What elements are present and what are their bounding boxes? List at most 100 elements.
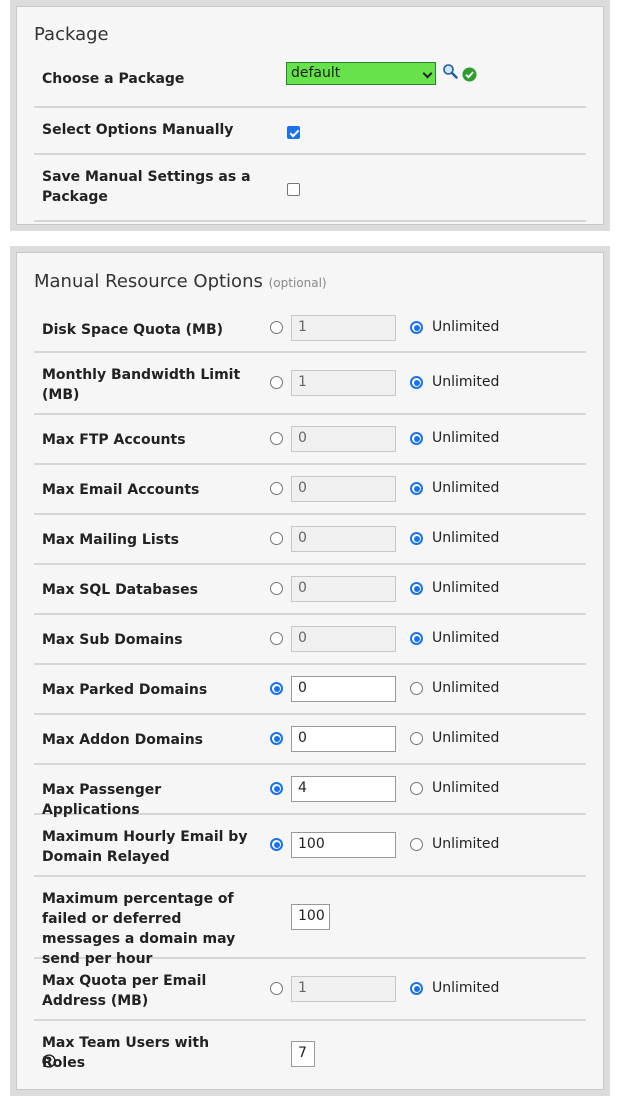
max-mailing-lists-unlimited-label: Unlimited — [432, 530, 500, 546]
max-email-accounts-unlimited-label: Unlimited — [432, 480, 500, 496]
max-mailing-lists-unlimited-radio[interactable] — [410, 532, 423, 545]
max-quota-per-email-unlimited-label: Unlimited — [432, 980, 500, 996]
save-manual-label: Save Manual Settings as a Package — [42, 169, 251, 205]
max-ftp-accounts-unlimited-radio[interactable] — [410, 432, 423, 445]
max-parked-domains-input[interactable]: 0 — [291, 676, 396, 702]
choose-package-row: Choose a Package default — [34, 59, 586, 108]
max-parked-domains-limit-radio[interactable] — [270, 682, 283, 695]
max-addon-domains-unlimited-label: Unlimited — [432, 730, 500, 746]
manual-resources-body: Manual Resource Options (optional) Disk … — [16, 252, 604, 1090]
max-quota-per-email-input[interactable]: 1 — [291, 976, 396, 1002]
manual-resources-title: Manual Resource Options (optional) — [34, 271, 327, 292]
monthly-bandwidth-limit-unlimited-radio[interactable] — [410, 376, 423, 389]
max-email-accounts-unlimited-radio[interactable] — [410, 482, 423, 495]
max-parked-domains-label: Max Parked Domains — [42, 682, 208, 698]
search-icon[interactable] — [442, 63, 458, 79]
disk-space-quota-unlimited-label: Unlimited — [432, 319, 500, 335]
max-mailing-lists-limit-radio[interactable] — [270, 532, 283, 545]
max-failed-deferred-percentage-input[interactable]: 100 — [291, 904, 330, 930]
max-sub-domains-unlimited-radio[interactable] — [410, 632, 423, 645]
select-manual-row: Select Options Manually — [34, 108, 586, 155]
max-sql-databases-row: Max SQL Databases 0 Unlimited — [34, 565, 586, 615]
select-manual-label: Select Options Manually — [42, 122, 234, 138]
max-addon-domains-row: Max Addon Domains 0 Unlimited — [34, 715, 586, 765]
manual-resources-title-text: Manual Resource Options — [34, 271, 263, 292]
max-team-users-input[interactable]: 7 — [291, 1041, 315, 1067]
package-panel: Package Choose a Package default Select … — [10, 0, 610, 231]
max-hourly-email-relayed-row: Maximum Hourly Email by Domain Relayed 10… — [34, 815, 586, 877]
max-mailing-lists-label: Max Mailing Lists — [42, 532, 179, 548]
choose-package-label: Choose a Package — [42, 71, 185, 87]
max-failed-deferred-percentage-row: Maximum percentage of failed or deferred… — [34, 877, 586, 967]
max-sub-domains-input[interactable]: 0 — [291, 626, 396, 652]
select-manual-checkbox[interactable] — [287, 126, 300, 139]
max-mailing-lists-row: Max Mailing Lists 0 Unlimited — [34, 515, 586, 565]
manual-resources-panel: Manual Resource Options (optional) Disk … — [10, 246, 610, 1096]
save-manual-row: Save Manual Settings as a Package — [34, 155, 586, 222]
max-ftp-accounts-label: Max FTP Accounts — [42, 432, 186, 448]
package-select-value: default — [291, 65, 341, 81]
max-email-accounts-limit-radio[interactable] — [270, 482, 283, 495]
max-team-users-row: Max Team Users with Roles 7 — [34, 1021, 586, 1083]
disk-space-quota-limit-radio[interactable] — [270, 321, 283, 334]
max-sql-databases-label: Max SQL Databases — [42, 582, 198, 598]
disk-space-quota-label: Disk Space Quota (MB) — [42, 322, 224, 338]
max-hourly-email-relayed-limit-radio[interactable] — [270, 838, 283, 851]
disk-space-quota-row: Disk Space Quota (MB) 1 Unlimited — [34, 305, 586, 353]
max-passenger-applications-input[interactable]: 4 — [291, 776, 396, 802]
monthly-bandwidth-limit-row: Monthly Bandwidth Limit (MB) 1 Unlimited — [34, 353, 586, 415]
max-sql-databases-limit-radio[interactable] — [270, 582, 283, 595]
package-panel-body: Package Choose a Package default Select … — [16, 6, 604, 225]
max-quota-per-email-limit-radio[interactable] — [270, 982, 283, 995]
max-hourly-email-relayed-unlimited-label: Unlimited — [432, 836, 500, 852]
max-parked-domains-unlimited-radio[interactable] — [410, 682, 423, 695]
monthly-bandwidth-limit-input[interactable]: 1 — [291, 370, 396, 396]
disk-space-quota-unlimited-radio[interactable] — [410, 321, 423, 334]
max-email-accounts-input[interactable]: 0 — [291, 476, 396, 502]
max-hourly-email-relayed-input[interactable]: 100 — [291, 832, 396, 858]
max-email-accounts-label: Max Email Accounts — [42, 482, 200, 498]
max-quota-per-email-unlimited-radio[interactable] — [410, 982, 423, 995]
max-passenger-applications-unlimited-label: Unlimited — [432, 780, 500, 796]
check-circle-icon — [462, 67, 477, 82]
max-passenger-applications-unlimited-radio[interactable] — [410, 782, 423, 795]
optional-hint: (optional) — [268, 276, 327, 290]
max-parked-domains-row: Max Parked Domains 0 Unlimited — [34, 665, 586, 715]
max-email-accounts-row: Max Email Accounts 0 Unlimited — [34, 465, 586, 515]
max-mailing-lists-input[interactable]: 0 — [291, 526, 396, 552]
max-sub-domains-limit-radio[interactable] — [270, 632, 283, 645]
save-manual-checkbox[interactable] — [287, 183, 300, 196]
max-passenger-applications-row: Max Passenger Applications 4 Unlimited — [34, 765, 586, 818]
max-sql-databases-unlimited-radio[interactable] — [410, 582, 423, 595]
max-quota-per-email-label: Max Quota per Email Address (MB) — [42, 973, 207, 1009]
max-addon-domains-label: Max Addon Domains — [42, 732, 203, 748]
monthly-bandwidth-limit-unlimited-label: Unlimited — [432, 374, 500, 390]
max-passenger-applications-label: Max Passenger Applications — [42, 782, 162, 818]
max-parked-domains-unlimited-label: Unlimited — [432, 680, 500, 696]
max-sub-domains-row: Max Sub Domains 0 Unlimited — [34, 615, 586, 665]
max-addon-domains-unlimited-radio[interactable] — [410, 732, 423, 745]
max-ftp-accounts-input[interactable]: 0 — [291, 426, 396, 452]
max-addon-domains-limit-radio[interactable] — [270, 732, 283, 745]
max-failed-deferred-percentage-label: Maximum percentage of failed or deferred… — [42, 891, 236, 967]
max-hourly-email-relayed-unlimited-radio[interactable] — [410, 838, 423, 851]
max-sub-domains-unlimited-label: Unlimited — [432, 630, 500, 646]
max-addon-domains-input[interactable]: 0 — [291, 726, 396, 752]
max-hourly-email-relayed-label: Maximum Hourly Email by Domain Relayed — [42, 829, 248, 865]
monthly-bandwidth-limit-limit-radio[interactable] — [270, 376, 283, 389]
chevron-down-icon — [422, 68, 433, 79]
package-title: Package — [34, 24, 109, 45]
monthly-bandwidth-limit-label: Monthly Bandwidth Limit (MB) — [42, 367, 241, 403]
max-team-users-label: Max Team Users with Roles — [42, 1035, 210, 1071]
max-ftp-accounts-unlimited-label: Unlimited — [432, 430, 500, 446]
package-select[interactable]: default — [286, 62, 436, 85]
max-passenger-applications-limit-radio[interactable] — [270, 782, 283, 795]
max-ftp-accounts-limit-radio[interactable] — [270, 432, 283, 445]
max-sql-databases-unlimited-label: Unlimited — [432, 580, 500, 596]
max-ftp-accounts-row: Max FTP Accounts 0 Unlimited — [34, 415, 586, 465]
max-sub-domains-label: Max Sub Domains — [42, 632, 183, 648]
disk-space-quota-input[interactable]: 1 — [291, 315, 396, 341]
help-icon[interactable] — [42, 1054, 56, 1068]
max-quota-per-email-row: Max Quota per Email Address (MB) 1 Unlimit… — [34, 959, 586, 1021]
max-sql-databases-input[interactable]: 0 — [291, 576, 396, 602]
